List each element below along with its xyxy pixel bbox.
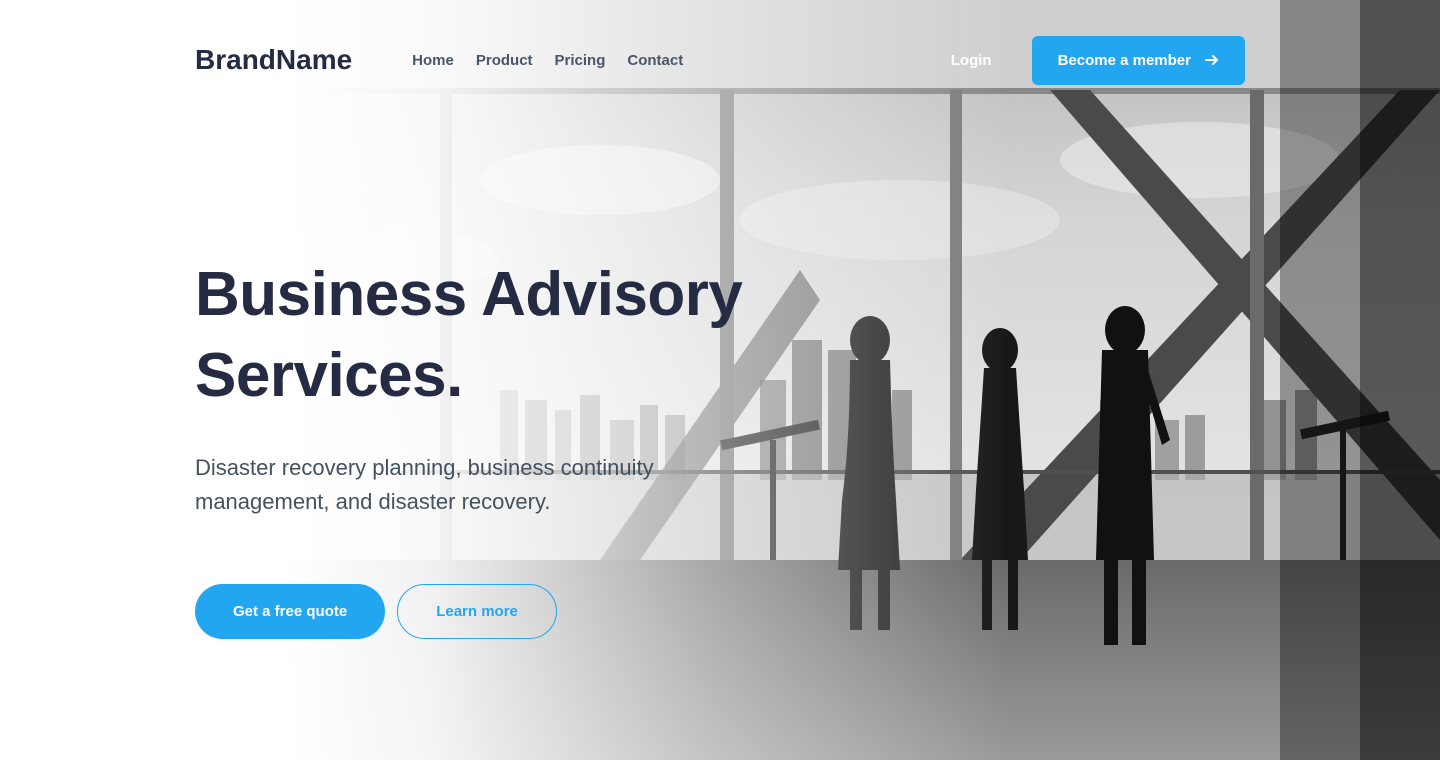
login-link[interactable]: Login — [951, 52, 992, 69]
get-quote-button[interactable]: Get a free quote — [195, 584, 385, 639]
nav-link-product[interactable]: Product — [476, 52, 533, 69]
nav-left-group: BrandName Home Product Pricing Contact — [195, 44, 683, 76]
nav-link-contact[interactable]: Contact — [627, 52, 683, 69]
nav-link-pricing[interactable]: Pricing — [555, 52, 606, 69]
arrow-right-icon — [1205, 54, 1219, 66]
hero-subtitle: Disaster recovery planning, business con… — [195, 451, 715, 519]
hero-title-line2: Services. — [195, 341, 463, 410]
hero-title: Business Advisory Services. — [195, 255, 895, 416]
hero-actions: Get a free quote Learn more — [195, 584, 895, 639]
hero-content: Business Advisory Services. Disaster rec… — [195, 255, 895, 639]
main-nav: Home Product Pricing Contact — [412, 52, 683, 69]
nav-link-home[interactable]: Home — [412, 52, 454, 69]
learn-more-button[interactable]: Learn more — [397, 584, 557, 639]
nav-right-group: Login Become a member — [951, 36, 1245, 85]
site-header: BrandName Home Product Pricing Contact L… — [195, 0, 1245, 90]
become-member-button[interactable]: Become a member — [1032, 36, 1245, 85]
hero-title-line1: Business Advisory — [195, 260, 742, 329]
brand-logo[interactable]: BrandName — [195, 44, 352, 76]
become-member-label: Become a member — [1058, 52, 1191, 69]
